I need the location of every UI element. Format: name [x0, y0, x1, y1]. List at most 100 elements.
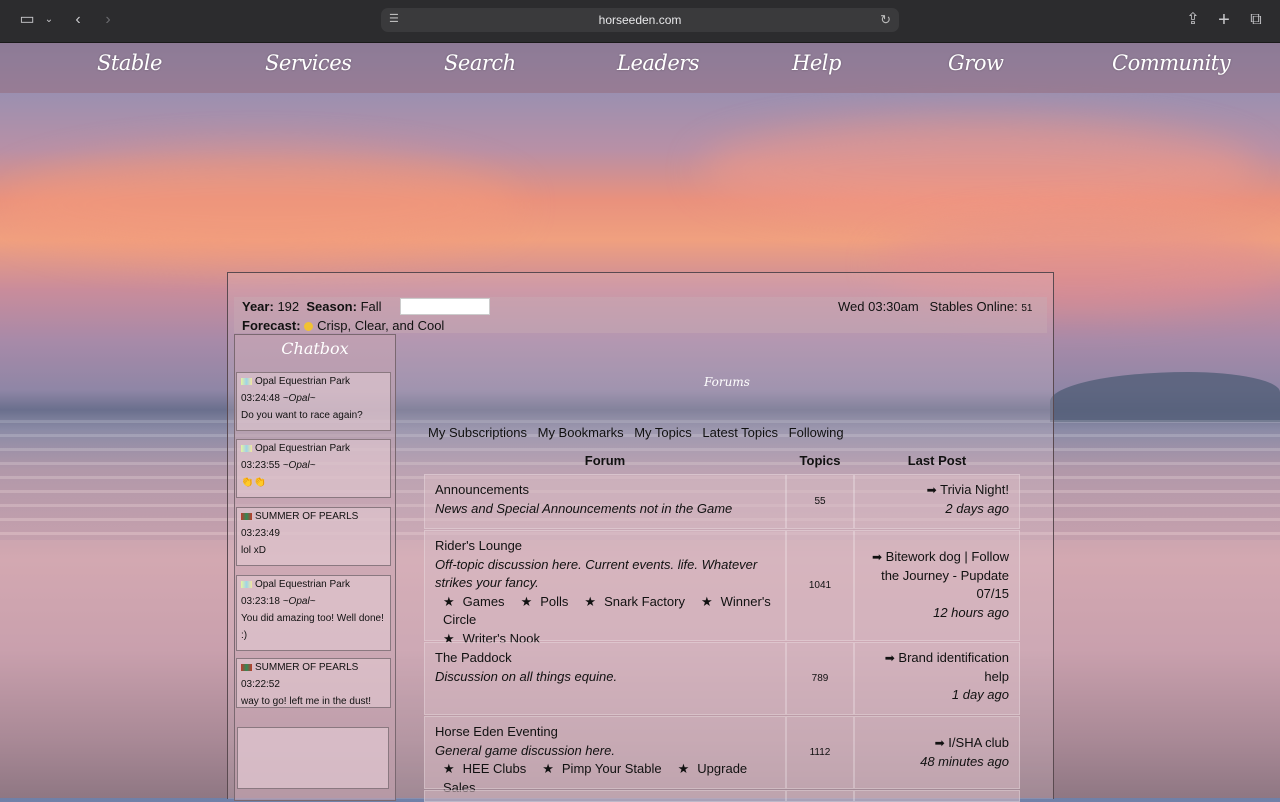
chevron-down-icon[interactable]: ⌄ — [42, 8, 56, 32]
chat-user[interactable]: Opal Equestrian Park — [255, 443, 350, 454]
nav-stable[interactable]: Stable — [97, 51, 162, 75]
link-my-subscriptions[interactable]: My Subscriptions — [428, 425, 527, 440]
chat-text: You did amazing too! Well done! :) — [241, 613, 384, 641]
forum-description: Off-topic discussion here. Current event… — [435, 556, 758, 591]
nav-help[interactable]: Help — [792, 51, 841, 75]
chat-nick: ~Opal~ — [282, 393, 316, 404]
chat-time: 03:23:18 — [241, 596, 280, 607]
sun-icon — [304, 322, 314, 332]
chat-time: 03:22:52 — [241, 679, 280, 690]
nav-grow[interactable]: Grow — [948, 51, 1004, 75]
nav-services[interactable]: Services — [265, 51, 352, 75]
chat-time: 03:24:48 — [241, 393, 280, 404]
chat-message: Opal Equestrian Park 03:24:48 ~Opal~ Do … — [236, 372, 391, 431]
forward-icon[interactable]: › — [98, 8, 118, 32]
link-latest-topics[interactable]: Latest Topics — [702, 425, 778, 440]
nav-search[interactable]: Search — [444, 51, 516, 75]
stable-flag-icon — [241, 663, 252, 671]
share-icon[interactable]: ⇪ — [1183, 8, 1203, 32]
star-icon: ★ — [700, 593, 713, 609]
arrow-right-icon: ➡ — [926, 483, 937, 497]
forum-name[interactable]: Rider's Lounge — [435, 537, 775, 556]
subforum-link[interactable]: Snark Factory — [604, 594, 685, 609]
info-text-field[interactable] — [400, 298, 490, 315]
link-my-topics[interactable]: My Topics — [634, 425, 692, 440]
arrow-right-icon: ➡ — [884, 651, 895, 665]
last-post-time: 1 day ago — [951, 687, 1009, 702]
last-post-title[interactable]: Trivia Night! — [940, 482, 1009, 497]
chat-text: lol xD — [241, 545, 267, 556]
forum-name[interactable]: The Paddock — [435, 649, 775, 668]
stable-flag-icon — [241, 444, 252, 452]
forum-name[interactable]: Announcements — [435, 481, 775, 500]
forum-description: News and Special Announcements not in th… — [435, 500, 733, 516]
stable-flag-icon — [241, 580, 252, 588]
star-icon: ★ — [443, 593, 455, 609]
back-icon[interactable]: ‹ — [68, 8, 88, 32]
subforum-link[interactable]: HEE Clubs — [463, 761, 527, 776]
chat-user[interactable]: SUMMER OF PEARLS — [255, 511, 358, 522]
sidebar-toggle-icon[interactable]: ▭ — [16, 8, 38, 32]
background-hill — [1050, 372, 1280, 422]
new-tab-icon[interactable]: + — [1214, 8, 1234, 32]
last-post-title[interactable]: Brand identification help — [898, 650, 1009, 684]
star-icon: ★ — [542, 761, 554, 776]
tab-overview-icon[interactable]: ⧉ — [1246, 8, 1266, 32]
chat-text: 👏👏 — [241, 477, 266, 488]
chat-user[interactable]: Opal Equestrian Park — [255, 376, 350, 387]
nav-community[interactable]: Community — [1112, 51, 1231, 75]
column-header-forum: Forum — [584, 453, 626, 468]
topic-count: 789 — [786, 642, 854, 715]
subforum-link[interactable]: Pimp Your Stable — [562, 761, 662, 776]
last-post-time: 2 days ago — [945, 500, 1009, 516]
forums-title: Forums — [704, 375, 750, 389]
background-cloud — [0, 150, 520, 260]
browser-toolbar: ▭ ⌄ ‹ › ☰ horseeden.com ↻ ⇪ + ⧉ — [0, 0, 1280, 43]
main-panel: Year: 192 Season: Fall Forecast: Crisp, … — [227, 272, 1054, 802]
arrow-right-icon: ➡ — [934, 736, 945, 750]
star-icon: ★ — [677, 761, 690, 776]
column-header-last-post: Last Post — [907, 453, 967, 468]
chat-time: 03:23:49 — [241, 528, 280, 539]
site-nav: Stable Services Search Leaders Help Grow… — [0, 43, 1280, 93]
star-icon: ★ — [443, 761, 455, 776]
subforum-link[interactable]: Polls — [540, 594, 568, 609]
topic-count: 55 — [786, 474, 854, 529]
chat-text: Do you want to race again? — [241, 410, 363, 421]
chat-message: Opal Equestrian Park 03:23:18 ~Opal~ You… — [236, 575, 391, 651]
background-cloud — [700, 120, 1260, 220]
chat-message: SUMMER OF PEARLS 03:23:49 lol xD — [236, 507, 391, 566]
forecast-value: Crisp, Clear, and Cool — [317, 318, 445, 333]
forum-row: Announcements News and Special Announcem… — [424, 474, 1020, 529]
year-info: Year: 192 Season: Fall — [242, 299, 382, 314]
chat-user[interactable]: Opal Equestrian Park — [255, 579, 350, 590]
chat-time: 03:23:55 — [241, 460, 280, 471]
nav-leaders[interactable]: Leaders — [617, 51, 700, 75]
year-label: Year: — [242, 299, 274, 314]
link-my-bookmarks[interactable]: My Bookmarks — [538, 425, 624, 440]
chat-message: Opal Equestrian Park 03:23:55 ~Opal~ 👏👏 — [236, 439, 391, 498]
forum-links: My Subscriptions My Bookmarks My Topics … — [428, 425, 851, 440]
season-label: Season: — [306, 299, 357, 314]
last-post-title[interactable]: Bitework dog | Follow the Journey - Pupd… — [881, 549, 1009, 601]
address-bar[interactable]: ☰ horseeden.com ↻ — [381, 8, 899, 32]
topic-count: 1112 — [786, 716, 854, 789]
last-post-title[interactable]: I/SHA club — [948, 735, 1009, 750]
subforum-link[interactable]: Games — [463, 594, 505, 609]
url-text: horseeden.com — [598, 13, 682, 27]
chatbox-title: Chatbox — [281, 339, 349, 358]
forum-description: Discussion on all things equine. — [435, 668, 618, 684]
last-post-time: 48 minutes ago — [920, 753, 1009, 769]
forecast-info: Forecast: Crisp, Clear, and Cool — [242, 318, 444, 333]
star-icon: ★ — [584, 593, 597, 609]
stables-online-value: 51 — [1021, 303, 1033, 314]
chat-nick: ~Opal~ — [282, 460, 316, 471]
chat-input[interactable] — [237, 727, 389, 789]
reload-icon[interactable]: ↻ — [880, 8, 891, 32]
last-post-time: 12 hours ago — [933, 604, 1009, 620]
forum-name[interactable]: Horse Eden Eventing — [435, 723, 775, 742]
subforum-list: ★ Games ★ Polls ★ Snark Factory ★ Winner's Circ… — [435, 593, 775, 649]
link-following[interactable]: Following — [789, 425, 844, 440]
stable-flag-icon — [241, 512, 252, 520]
chat-user[interactable]: SUMMER OF PEARLS — [255, 662, 358, 673]
